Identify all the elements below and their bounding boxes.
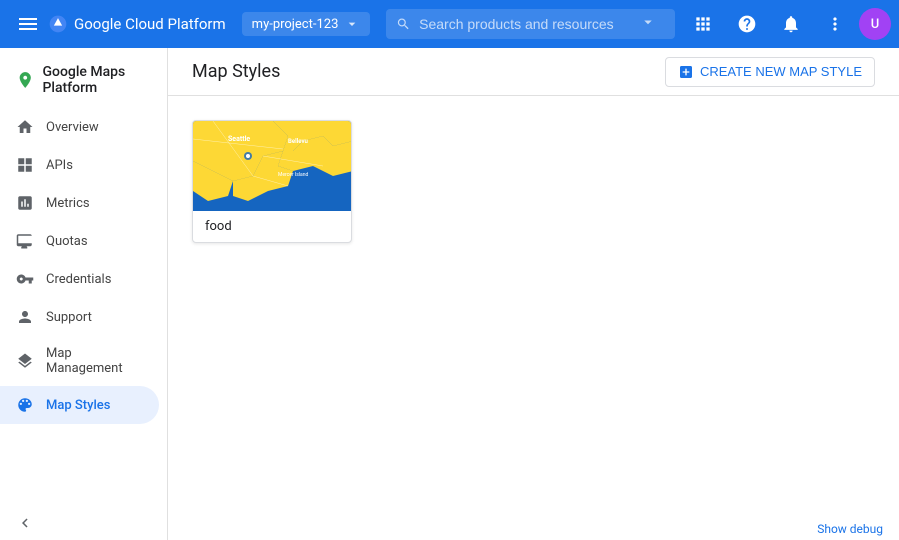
- gcp-logo-icon: [48, 14, 68, 34]
- map-card-food-label: food: [193, 211, 351, 242]
- palette-icon: [16, 396, 34, 414]
- svg-text:Mercer Island: Mercer Island: [278, 172, 309, 178]
- content-body: Seattle Bellevu Mercer Island food: [168, 96, 899, 540]
- sidebar: Google Maps Platform Overview APIs Metri…: [0, 48, 168, 540]
- sidebar-item-apis-label: APIs: [46, 158, 73, 173]
- create-button-label: CREATE NEW MAP STYLE: [700, 64, 862, 79]
- sidebar-item-map-management-label: Map Management: [46, 346, 143, 376]
- main-content: Map Styles CREATE NEW MAP STYLE: [168, 48, 899, 540]
- svg-text:Seattle: Seattle: [228, 135, 250, 143]
- search-icon: [396, 15, 411, 33]
- search-input[interactable]: [419, 16, 639, 32]
- sidebar-item-quotas-label: Quotas: [46, 234, 88, 249]
- project-name: my-project-123: [252, 17, 339, 32]
- create-map-style-button[interactable]: CREATE NEW MAP STYLE: [665, 57, 875, 87]
- sidebar-item-support-label: Support: [46, 310, 92, 325]
- sidebar-nav: Overview APIs Metrics Quotas Credentials: [0, 104, 167, 506]
- project-selector[interactable]: my-project-123: [242, 12, 371, 36]
- monitor-icon: [16, 232, 34, 250]
- grid-icon-btn[interactable]: [683, 4, 723, 44]
- page-title: Map Styles: [192, 61, 280, 82]
- sidebar-brand[interactable]: Google Maps Platform: [0, 52, 167, 104]
- sidebar-item-credentials[interactable]: Credentials: [0, 260, 159, 298]
- person-icon: [16, 308, 34, 326]
- chart-icon: [16, 194, 34, 212]
- sidebar-brand-label: Google Maps Platform: [42, 64, 151, 96]
- sidebar-item-map-management[interactable]: Map Management: [0, 336, 159, 386]
- sidebar-item-metrics-label: Metrics: [46, 196, 90, 211]
- home-icon: [16, 118, 34, 136]
- search-bar[interactable]: [386, 9, 675, 39]
- search-dropdown-icon[interactable]: [639, 13, 665, 35]
- map-card-food[interactable]: Seattle Bellevu Mercer Island food: [192, 120, 352, 243]
- sidebar-item-apis[interactable]: APIs: [0, 146, 159, 184]
- topbar-actions: U: [683, 4, 891, 44]
- map-thumbnail: Seattle Bellevu Mercer Island: [193, 121, 352, 211]
- topbar: Google Cloud Platform my-project-123 U: [0, 0, 899, 48]
- debug-label: Show debug: [817, 522, 883, 536]
- more-icon-btn[interactable]: [815, 4, 855, 44]
- sidebar-item-map-styles-label: Map Styles: [46, 398, 110, 413]
- key-icon: [16, 270, 34, 288]
- sidebar-item-metrics[interactable]: Metrics: [0, 184, 159, 222]
- topbar-title: Google Cloud Platform: [74, 15, 226, 33]
- menu-icon[interactable]: [8, 4, 48, 44]
- sidebar-item-map-styles[interactable]: Map Styles: [0, 386, 159, 424]
- debug-bar[interactable]: Show debug: [801, 518, 899, 540]
- help-icon-btn[interactable]: [727, 4, 767, 44]
- svg-text:Bellevu: Bellevu: [288, 138, 308, 145]
- topbar-logo: Google Cloud Platform: [48, 14, 226, 34]
- sidebar-item-credentials-label: Credentials: [46, 272, 111, 287]
- notifications-icon-btn[interactable]: [771, 4, 811, 44]
- grid-icon: [16, 156, 34, 174]
- layers-icon: [16, 352, 34, 370]
- sidebar-item-overview[interactable]: Overview: [0, 108, 159, 146]
- collapse-icon: [16, 514, 34, 532]
- user-avatar[interactable]: U: [859, 8, 891, 40]
- main-layout: Google Maps Platform Overview APIs Metri…: [0, 48, 899, 540]
- map-preview-svg: Seattle Bellevu Mercer Island: [193, 121, 352, 211]
- add-icon: [678, 64, 694, 80]
- sidebar-item-support[interactable]: Support: [0, 298, 159, 336]
- maps-brand-icon: [16, 68, 34, 92]
- sidebar-item-quotas[interactable]: Quotas: [0, 222, 159, 260]
- content-header: Map Styles CREATE NEW MAP STYLE: [168, 48, 899, 96]
- sidebar-item-overview-label: Overview: [46, 120, 99, 135]
- sidebar-collapse-btn[interactable]: [0, 506, 167, 540]
